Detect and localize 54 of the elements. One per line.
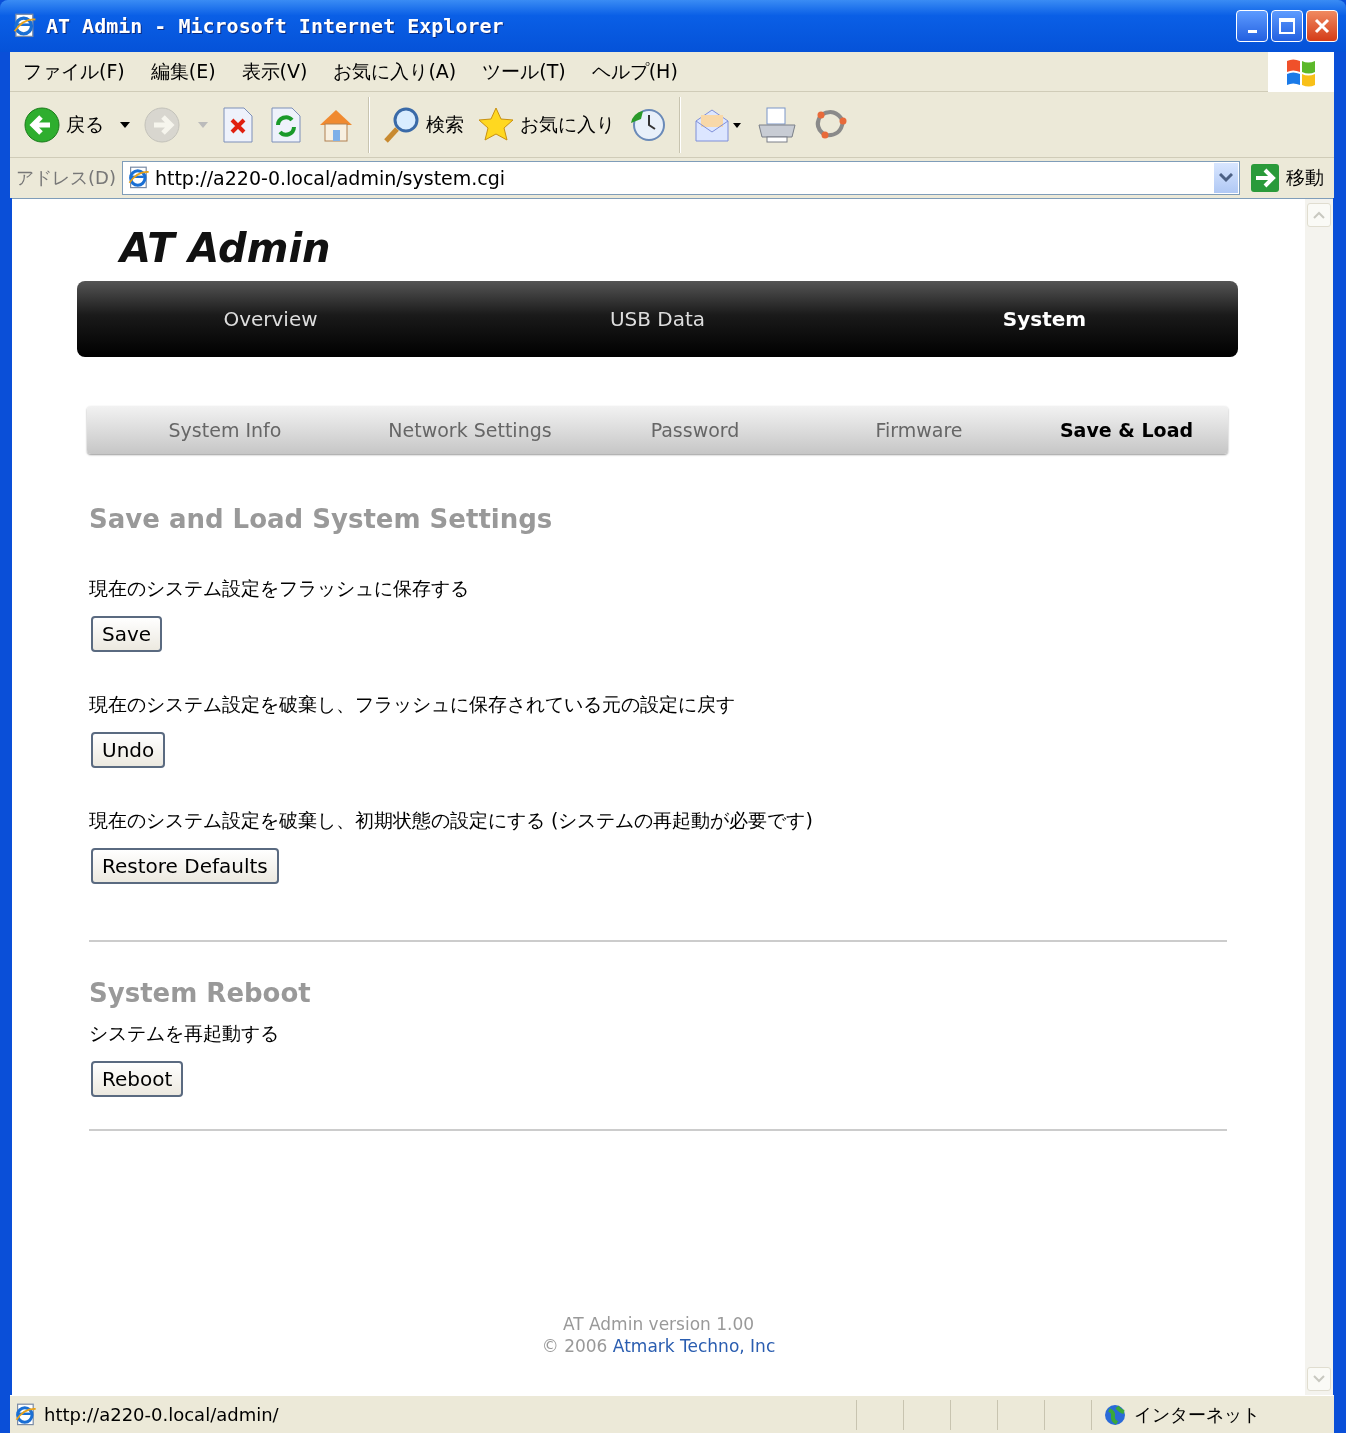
back-icon[interactable] xyxy=(22,104,62,145)
menu-item[interactable]: 編集(E) xyxy=(137,58,229,85)
security-zone: インターネット xyxy=(1134,1402,1260,1427)
minimize-button[interactable] xyxy=(1236,10,1268,42)
subnav-tab[interactable]: Firmware xyxy=(813,419,1025,441)
section-heading: Save and Load System Settings xyxy=(89,504,554,534)
dropdown-caret-icon[interactable] xyxy=(120,121,130,128)
stop-icon[interactable] xyxy=(220,104,256,145)
nav-tab[interactable]: System xyxy=(851,307,1238,331)
copyright-text: © 2006 xyxy=(541,1336,608,1356)
action-description: システムを再起動する xyxy=(89,1021,280,1046)
refresh-icon[interactable] xyxy=(268,104,304,145)
menu-item[interactable]: ヘルプ(H) xyxy=(578,58,691,85)
section-heading: System Reboot xyxy=(89,978,312,1008)
close-button[interactable] xyxy=(1306,10,1338,42)
maximize-icon xyxy=(1278,17,1296,35)
favorites-button[interactable]: お気に入り xyxy=(476,104,615,145)
status-url: http://a220-0.local/admin/ xyxy=(44,1404,280,1425)
menu-item[interactable]: ツール(T) xyxy=(469,58,579,85)
search-button[interactable]: 検索 xyxy=(382,104,464,145)
action-button[interactable]: Restore Defaults xyxy=(91,848,279,884)
minimize-icon xyxy=(1247,29,1257,33)
address-label: アドレス(D) xyxy=(16,166,116,190)
action-button[interactable]: Save xyxy=(91,616,163,652)
version-text: AT Admin version 1.00 xyxy=(561,1313,756,1335)
globe-icon xyxy=(1104,1403,1126,1426)
maximize-button[interactable] xyxy=(1271,10,1303,42)
menu-item[interactable]: 表示(V) xyxy=(228,58,321,85)
page-icon xyxy=(14,1402,38,1427)
subnav-tab[interactable]: Network Settings xyxy=(363,419,577,441)
action-description: 現在のシステム設定を破棄し、初期状態の設定にする (システムの再起動が必要です) xyxy=(89,808,814,833)
back-button[interactable]: 戻る xyxy=(22,104,104,145)
window-title: AT Admin - Microsoft Internet Explorer xyxy=(46,14,505,38)
menu-item[interactable]: ファイル(F) xyxy=(10,58,138,85)
company-link[interactable]: Atmark Techno, Inc xyxy=(612,1336,776,1356)
go-button[interactable]: 移動 xyxy=(1246,163,1328,193)
action-button[interactable]: Reboot xyxy=(91,1061,184,1097)
address-field[interactable]: http://a220-0.local/admin/system.cgi xyxy=(121,161,1240,195)
scroll-up-icon[interactable] xyxy=(1313,211,1325,219)
menu-item[interactable]: お気に入り(A) xyxy=(320,58,470,85)
nav-tab[interactable]: USB Data xyxy=(464,307,851,331)
nav-tab[interactable]: Overview xyxy=(77,307,464,331)
printer-icon[interactable] xyxy=(755,104,799,145)
action-description: 現在のシステム設定をフラッシュに保存する xyxy=(89,576,470,601)
subnav-tab[interactable]: Password xyxy=(577,419,813,441)
subnav-tab[interactable]: System Info xyxy=(87,419,363,441)
scrollbar[interactable] xyxy=(1305,199,1333,1395)
scroll-down-icon[interactable] xyxy=(1313,1375,1325,1383)
action-description: 現在のシステム設定を破棄し、フラッシュに保存されている元の設定に戻す xyxy=(89,692,736,717)
page-icon xyxy=(126,166,151,190)
subnav-tab[interactable]: Save & Load xyxy=(1025,419,1228,441)
action-button[interactable]: Undo xyxy=(91,732,166,768)
browser-icon xyxy=(12,13,38,39)
close-icon xyxy=(1313,17,1331,35)
